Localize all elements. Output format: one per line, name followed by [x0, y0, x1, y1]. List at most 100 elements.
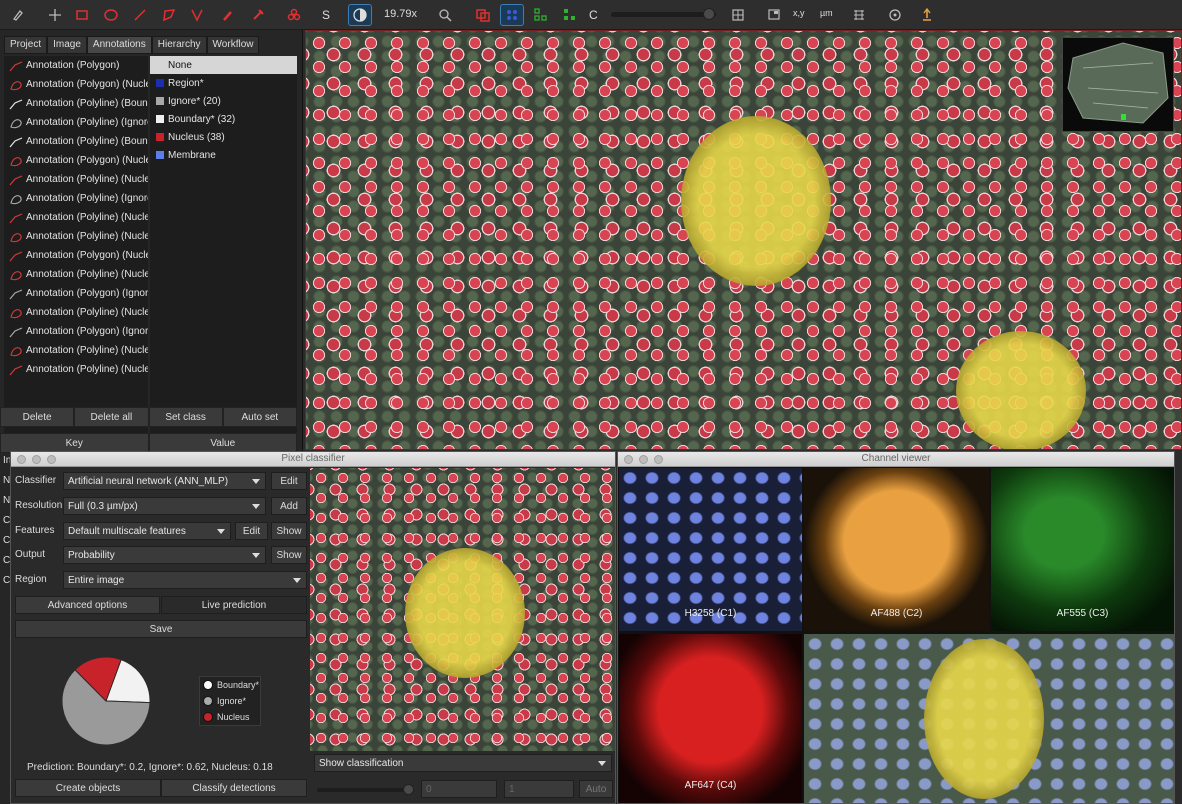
annotation-list-item[interactable]: Annotation (Polyline) (Nucle — [4, 303, 148, 322]
annotation-list-item[interactable]: Annotation (Polygon) — [4, 56, 148, 75]
preview-opacity-slider[interactable] — [317, 784, 414, 795]
channel-viewer-titlebar: Channel viewer — [618, 452, 1174, 467]
delete-button[interactable]: Delete — [0, 407, 75, 427]
class-list-item[interactable]: Ignore* (20) — [150, 92, 297, 110]
show-detections-icon[interactable] — [528, 4, 552, 26]
tab-image[interactable]: Image — [47, 36, 87, 54]
show-annotations-icon[interactable] — [471, 4, 495, 26]
region-select[interactable]: Entire image — [63, 571, 307, 589]
channel-c3-panel[interactable]: AF555 (C3) — [991, 468, 1174, 631]
min-spinner[interactable]: 0 — [421, 780, 497, 798]
live-prediction-toggle[interactable]: Live prediction — [161, 596, 307, 614]
annotation-list-item[interactable]: Annotation (Polyline) (Nucle — [4, 208, 148, 227]
resolution-add-button[interactable]: Add — [271, 497, 307, 515]
output-select[interactable]: Probability — [63, 546, 266, 564]
classifier-edit-button[interactable]: Edit — [271, 472, 307, 490]
fill-detections-icon[interactable] — [557, 4, 581, 26]
annotation-list-item[interactable]: Annotation (Polyline) (Nucleus — [4, 360, 148, 379]
classifier-preview-image[interactable] — [310, 468, 615, 751]
show-classification-select[interactable]: Show classification — [314, 754, 612, 772]
classifier-select[interactable]: Artificial neural network (ANN_MLP) — [63, 472, 266, 490]
preview-slider-handle[interactable] — [403, 784, 414, 795]
tab-workflow[interactable]: Workflow — [206, 36, 260, 54]
show-tma-icon[interactable] — [500, 4, 524, 26]
channel-button[interactable]: C — [589, 8, 598, 22]
points-icon[interactable] — [246, 4, 270, 26]
opacity-slider-handle[interactable] — [703, 8, 715, 20]
brush-icon[interactable] — [6, 4, 30, 26]
overview-thumbnail[interactable] — [1062, 37, 1174, 132]
class-list-item[interactable]: Region* — [150, 74, 297, 92]
save-button[interactable]: Save — [15, 620, 307, 638]
pixel-classification-icon[interactable] — [915, 4, 939, 26]
tab-project[interactable]: Project — [4, 36, 48, 54]
location-icon[interactable]: x,y — [793, 8, 805, 18]
cells-icon[interactable] — [282, 4, 306, 26]
rectangle-icon[interactable] — [70, 4, 94, 26]
tab-annotations[interactable]: Annotations — [86, 36, 152, 54]
class-list-item[interactable]: Membrane — [150, 146, 297, 164]
wand-icon[interactable] — [216, 4, 240, 26]
channel-merged-panel[interactable] — [804, 634, 1174, 803]
delete-all-button[interactable]: Delete all — [74, 407, 149, 427]
annotation-list-item[interactable]: Annotation (Polyline) (Nucle — [4, 341, 148, 360]
annotation-list-item[interactable]: Annotation (Polyline) (Nucle — [4, 227, 148, 246]
grid-icon[interactable] — [726, 4, 750, 26]
annotation-list-item[interactable]: Annotation (Polyline) (Ignore — [4, 189, 148, 208]
annotation-list-item[interactable]: Annotation (Polyline) (Nucle — [4, 265, 148, 284]
annotation-label: Annotation (Polyline) (Nucle — [26, 174, 148, 185]
move-icon[interactable] — [43, 4, 67, 26]
preferences-icon[interactable] — [883, 4, 907, 26]
channel-c4-panel[interactable]: AF647 (C4) — [619, 634, 802, 803]
features-show-button[interactable]: Show — [271, 522, 307, 540]
annotation-list-item[interactable]: Annotation (Polyline) (Nucle — [4, 170, 148, 189]
max-spinner[interactable]: 1 — [504, 780, 574, 798]
zoom-fit-icon[interactable] — [433, 4, 457, 26]
measurement-table-header: Key Value — [0, 433, 297, 453]
overview-icon[interactable] — [762, 4, 786, 26]
annotation-list-item[interactable]: Annotation (Polyline) (Bound — [4, 132, 148, 151]
output-show-button[interactable]: Show — [271, 546, 307, 564]
grid-lines-icon[interactable] — [847, 4, 871, 26]
key-column-header[interactable]: Key — [0, 433, 149, 453]
selection-mode-button[interactable]: S — [322, 8, 330, 22]
channel-c1-panel[interactable]: H3258 (C1) — [619, 468, 802, 631]
auto-set-button[interactable]: Auto set — [222, 407, 297, 427]
class-list[interactable]: None Region* Ignore* (20) Boundary* (32) Nuc… — [150, 56, 297, 436]
annotation-list-item[interactable]: Annotation (Polygon) (Ignore — [4, 284, 148, 303]
tab-hierarchy[interactable]: Hierarchy — [151, 36, 207, 54]
features-select[interactable]: Default multiscale features — [63, 522, 231, 540]
channel-c2-panel[interactable]: AF488 (C2) — [804, 468, 989, 631]
class-list-item[interactable]: Nucleus (38) — [150, 128, 297, 146]
annotation-label: Annotation (Polyline) (Ignore*) — [26, 117, 148, 128]
legend-label: Boundary* — [217, 680, 260, 690]
create-objects-button[interactable]: Create objects — [15, 779, 161, 797]
polyline-icon[interactable] — [185, 4, 209, 26]
annotation-list-item[interactable]: Annotation (Polygon) (Nucle — [4, 246, 148, 265]
annotation-list-item[interactable]: Annotation (Polygon) (Nucle — [4, 75, 148, 94]
pixel-classifier-titlebar: Pixel classifier — [11, 452, 615, 467]
line-icon[interactable] — [128, 4, 152, 26]
polygon-icon[interactable] — [157, 4, 181, 26]
ellipse-icon[interactable] — [99, 4, 123, 26]
annotation-list-item[interactable]: Annotation (Polyline) (Bound — [4, 94, 148, 113]
class-list-item[interactable]: Boundary* (32) — [150, 110, 297, 128]
annotation-list-item[interactable]: Annotation (Polyline) (Ignore*) — [4, 113, 148, 132]
contrast-icon[interactable] — [348, 4, 372, 26]
advanced-options-button[interactable]: Advanced options — [15, 596, 160, 614]
features-edit-button[interactable]: Edit — [235, 522, 268, 540]
image-viewer[interactable] — [305, 30, 1182, 450]
value-column-header[interactable]: Value — [148, 433, 297, 453]
annotation-list-item[interactable]: Annotation (Polygon) (Ignore — [4, 322, 148, 341]
scalebar-icon[interactable]: µm — [820, 8, 833, 18]
auto-button[interactable]: Auto — [579, 780, 613, 798]
classify-detections-button[interactable]: Classify detections — [161, 779, 307, 797]
annotation-label: Annotation (Polyline) (Nucle — [26, 269, 148, 280]
opacity-slider[interactable] — [611, 8, 716, 20]
set-class-button[interactable]: Set class — [148, 407, 223, 427]
annotation-list-item[interactable]: Annotation (Polygon) (Nucle — [4, 151, 148, 170]
class-color-swatch — [156, 79, 164, 87]
annotation-list[interactable]: Annotation (Polygon) Annotation (Polygon)… — [4, 56, 148, 436]
class-list-item[interactable]: None — [150, 56, 297, 74]
resolution-select[interactable]: Full (0.3 µm/px) — [63, 497, 266, 515]
